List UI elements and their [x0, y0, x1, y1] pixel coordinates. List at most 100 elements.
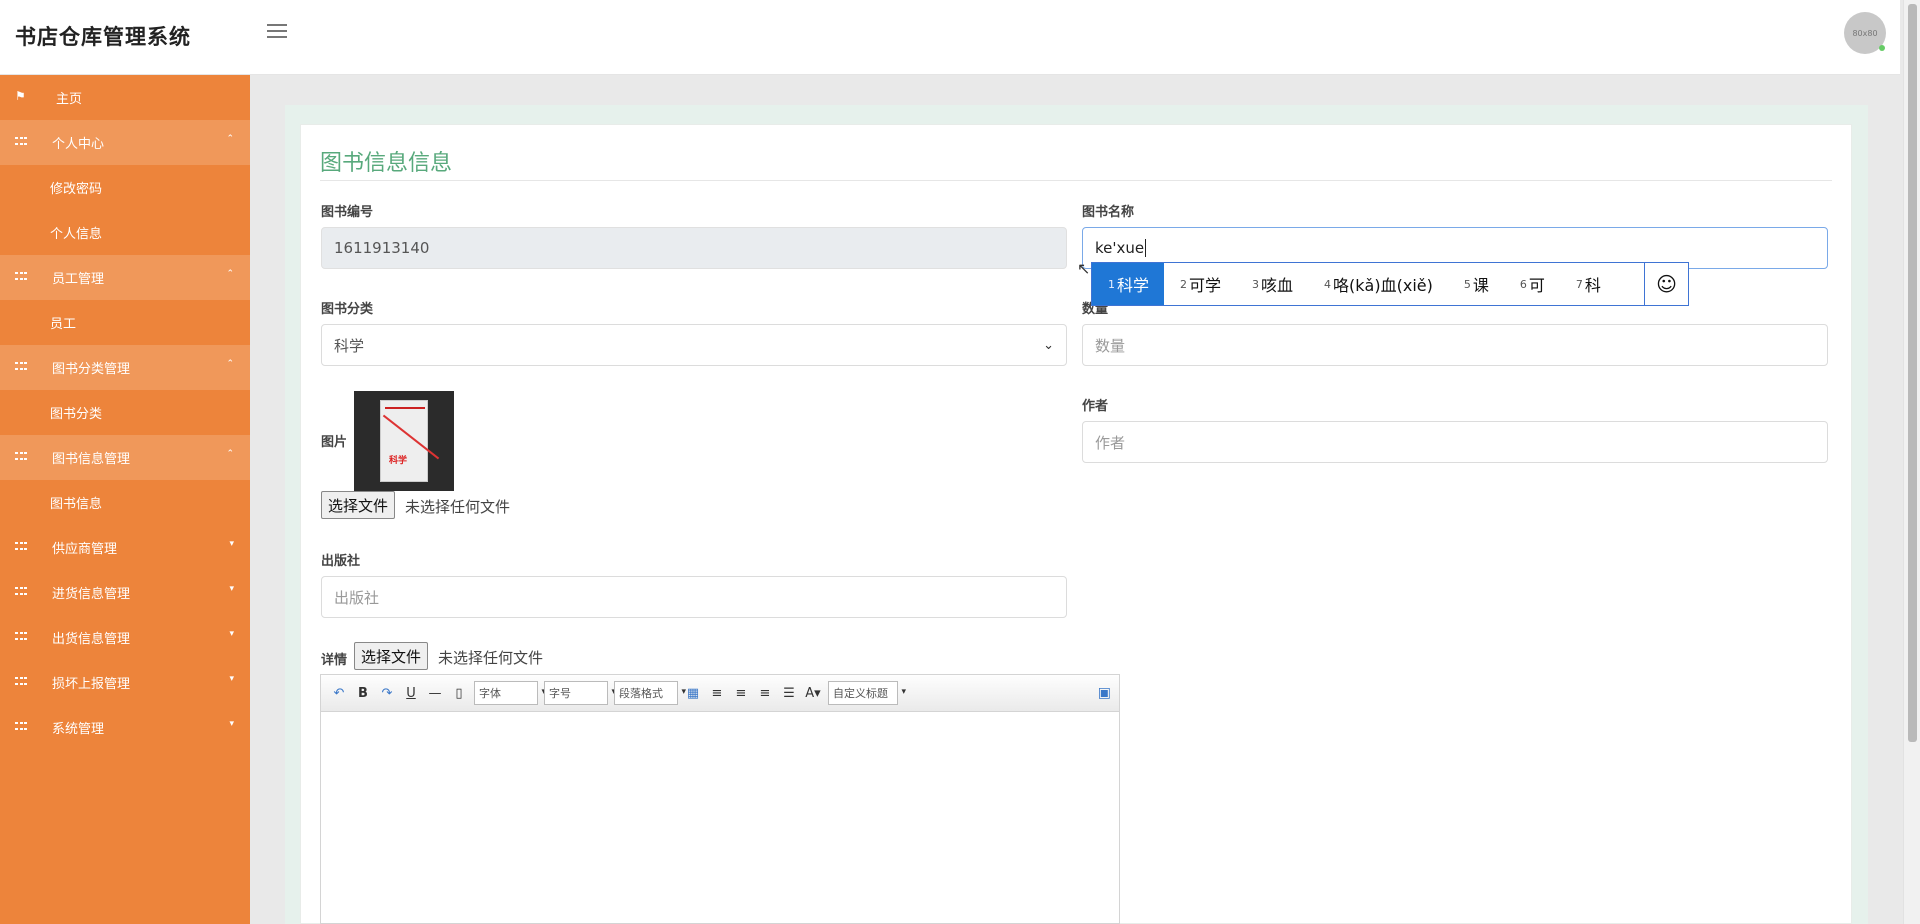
sidebar-item-label: 个人中心	[52, 137, 105, 152]
grid-icon	[15, 677, 27, 687]
chevron-down-icon: ▾	[229, 539, 234, 549]
page-title: 图书信息信息	[320, 151, 453, 176]
publisher-label: 出版社	[321, 554, 361, 569]
ime-candidate[interactable]: 7科	[1560, 263, 1616, 305]
align-right-icon[interactable]: ≡	[729, 681, 753, 705]
candidate-number: 4	[1324, 277, 1332, 291]
book-no-label: 图书编号	[321, 205, 374, 220]
book-name-value: ke'xue	[1095, 239, 1145, 257]
sidebar-item-personal-center[interactable]: 个人中心 ⌃	[0, 120, 250, 165]
publisher-placeholder: 出版社	[334, 588, 380, 607]
sidebar-item-label: 主页	[56, 92, 83, 107]
candidate-text: 课	[1472, 276, 1489, 295]
candidate-number: 3	[1252, 277, 1260, 291]
sidebar-item-change-password[interactable]: 修改密码	[0, 165, 250, 210]
align-center-icon[interactable]: ≡	[753, 681, 777, 705]
paragraph-format-select[interactable]: 段落格式	[614, 681, 686, 705]
flag-icon: ⚑	[15, 89, 26, 103]
candidate-number: 7	[1575, 277, 1583, 291]
details-file-button[interactable]: 选择文件	[354, 642, 429, 670]
horizontal-rule-icon[interactable]: —	[423, 681, 447, 705]
author-placeholder: 作者	[1095, 433, 1126, 452]
bold-icon[interactable]: B	[351, 681, 375, 705]
sidebar-item-damage-report-management[interactable]: 损坏上报管理 ▾	[0, 660, 250, 705]
book-cover-image: 科学	[354, 391, 454, 491]
undo-icon[interactable]: ↶	[327, 681, 351, 705]
sidebar-item-label: 员工管理	[52, 272, 105, 287]
chevron-down-icon: ▾	[229, 629, 234, 639]
sidebar-item-label: 图书信息	[50, 497, 103, 512]
chevron-down-icon: ▾	[229, 719, 234, 729]
font-color-icon[interactable]: A▾	[801, 681, 825, 705]
fullscreen-icon[interactable]: ▣	[1098, 685, 1111, 701]
ime-candidate[interactable]: 3 咳血	[1236, 263, 1308, 305]
ime-candidate[interactable]: 2 可学	[1164, 263, 1236, 305]
book-no-value: 1611913140	[334, 239, 430, 257]
candidate-number: 5	[1463, 277, 1471, 291]
grid-icon	[15, 542, 27, 552]
menu-toggle-icon[interactable]	[267, 24, 287, 40]
scrollbar-thumb[interactable]	[1908, 4, 1917, 742]
ime-candidate[interactable]: 6可	[1504, 263, 1560, 305]
top-header: 书店仓库管理系统 80x80	[0, 0, 1900, 75]
avatar[interactable]: 80x80	[1844, 12, 1886, 54]
sidebar-item-staff[interactable]: 员工	[0, 300, 250, 345]
candidate-text: 咯(kǎ)血(xiě)	[1333, 276, 1433, 295]
category-value: 科学	[334, 336, 365, 355]
sidebar-item-book-info-management[interactable]: 图书信息管理 ⌃	[0, 435, 250, 480]
ime-candidate[interactable]: 1 科学	[1092, 263, 1165, 305]
category-select[interactable]: 科学 ⌄	[321, 324, 1067, 366]
publisher-input[interactable]: 出版社	[321, 576, 1067, 618]
sidebar-item-home[interactable]: ⚑ 主页	[0, 75, 250, 120]
sidebar: ⚑ 主页 个人中心 ⌃ 修改密码 个人信息 员工管理 ⌃ 员工 图书分类管理 ⌃…	[0, 75, 250, 924]
grid-icon	[15, 722, 27, 732]
ime-candidate[interactable]: 4 咯(kǎ)血(xiě)	[1308, 263, 1448, 305]
details-file-status: 未选择任何文件	[438, 649, 544, 667]
sidebar-item-shipment-management[interactable]: 出货信息管理 ▾	[0, 615, 250, 660]
chevron-up-icon: ⌃	[226, 449, 234, 459]
custom-heading-select[interactable]: 自定义标题	[828, 681, 906, 705]
quantity-input[interactable]: 数量	[1082, 324, 1828, 366]
sidebar-item-personal-info[interactable]: 个人信息	[0, 210, 250, 255]
underline-icon[interactable]: U	[399, 681, 423, 705]
sidebar-item-purchase-management[interactable]: 进货信息管理 ▾	[0, 570, 250, 615]
sidebar-item-system-management[interactable]: 系统管理 ▾	[0, 705, 250, 750]
page-icon[interactable]: ▯	[447, 681, 471, 705]
ime-candidate[interactable]: 5课	[1448, 263, 1504, 305]
align-left-icon[interactable]: ≡	[705, 681, 729, 705]
editor-toolbar: ↶ B ↷ U — ▯ 字体 字号 段落格式 ▦ ≡ ≡ ≡ ☰ A▾ 自定义标…	[321, 675, 1119, 712]
align-justify-icon[interactable]: ☰	[777, 681, 801, 705]
rich-text-editor[interactable]: ↶ B ↷ U — ▯ 字体 字号 段落格式 ▦ ≡ ≡ ≡ ☰ A▾ 自定义标…	[320, 674, 1120, 924]
grid-icon	[15, 137, 27, 147]
redo-icon[interactable]: ↷	[375, 681, 399, 705]
candidate-text: 咳血	[1261, 276, 1294, 295]
book-name-label: 图书名称	[1082, 205, 1135, 220]
image-file-button[interactable]: 选择文件	[321, 491, 396, 519]
chevron-up-icon: ⌃	[226, 269, 234, 279]
candidate-text: 可学	[1189, 276, 1222, 295]
sidebar-item-book-info[interactable]: 图书信息	[0, 480, 250, 525]
details-label: 详情	[321, 653, 348, 668]
sidebar-item-staff-management[interactable]: 员工管理 ⌃	[0, 255, 250, 300]
sidebar-item-label: 个人信息	[50, 227, 103, 242]
chevron-down-icon: ⌄	[1043, 337, 1054, 353]
font-size-select[interactable]: 字号	[544, 681, 616, 705]
ime-candidate-popup: 1 科学 2 可学 3 咳血 4 咯(kǎ)血(xiě) 5课 6可 7科 ☺	[1091, 262, 1689, 306]
text-caret	[1145, 239, 1147, 257]
sidebar-item-supplier-management[interactable]: 供应商管理 ▾	[0, 525, 250, 570]
author-input[interactable]: 作者	[1082, 421, 1828, 463]
sidebar-item-label: 修改密码	[50, 182, 103, 197]
emoji-icon[interactable]: ☺	[1644, 263, 1688, 305]
chevron-up-icon: ⌃	[226, 134, 234, 144]
grid-icon	[15, 362, 27, 372]
sidebar-item-label: 图书分类管理	[52, 362, 131, 377]
candidate-number: 2	[1180, 277, 1188, 291]
quantity-placeholder: 数量	[1095, 336, 1126, 355]
grid-icon	[15, 452, 27, 462]
font-family-select[interactable]: 字体	[474, 681, 546, 705]
sidebar-item-category[interactable]: 图书分类	[0, 390, 250, 435]
avatar-text: 80x80	[1852, 28, 1878, 38]
page-scrollbar[interactable]	[1903, 0, 1920, 924]
sidebar-item-category-management[interactable]: 图书分类管理 ⌃	[0, 345, 250, 390]
author-label: 作者	[1082, 399, 1109, 414]
